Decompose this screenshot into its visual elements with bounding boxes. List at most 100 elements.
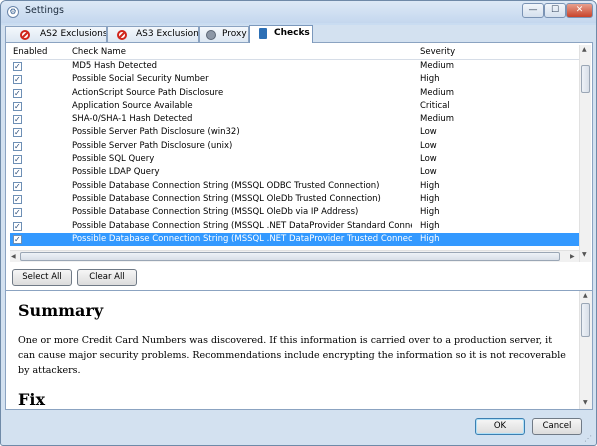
- severity-cell: Low: [420, 140, 437, 151]
- tab-checks[interactable]: Checks: [249, 25, 313, 43]
- description-pane: Summary One or more Credit Card Numbers …: [5, 290, 593, 410]
- description-content: Summary One or more Credit Card Numbers …: [18, 301, 566, 409]
- scroll-thumb[interactable]: [20, 252, 560, 261]
- severity-cell: Low: [420, 154, 437, 165]
- severity-cell: Medium: [420, 87, 454, 98]
- checks-icon: [259, 28, 267, 39]
- table-row[interactable]: Possible Database Connection String (MSS…: [10, 220, 580, 233]
- enabled-checkbox[interactable]: [13, 126, 22, 139]
- enabled-checkbox[interactable]: [13, 140, 22, 153]
- close-button[interactable]: ✕: [566, 3, 593, 18]
- maximize-button[interactable]: ☐: [544, 3, 566, 18]
- minimize-button[interactable]: —: [522, 3, 544, 18]
- enabled-checkbox[interactable]: [13, 113, 22, 126]
- enabled-checkbox[interactable]: [13, 100, 22, 113]
- checks-grid: Enabled Check Name Severity MD5 Hash Det…: [10, 45, 580, 265]
- check-name-cell: ActionScript Source Path Disclosure: [72, 87, 224, 98]
- ok-button[interactable]: OK: [475, 418, 525, 435]
- table-row[interactable]: ActionScript Source Path Disclosure Mediu…: [10, 87, 580, 100]
- table-row[interactable]: MD5 Hash Detected Medium: [10, 60, 580, 73]
- check-name-cell: Possible Social Security Number: [72, 74, 209, 85]
- tab-strip: AS2 Exclusions AS3 Exclusions Proxy Chec…: [5, 25, 593, 43]
- scroll-right-icon[interactable]: ▶: [570, 253, 575, 260]
- table-row[interactable]: Possible Server Path Disclosure (win32) L…: [10, 126, 580, 139]
- table-row[interactable]: Possible Database Connection String (MSS…: [10, 180, 580, 193]
- enabled-column-header[interactable]: Enabled: [13, 47, 47, 57]
- enabled-checkbox[interactable]: [13, 180, 22, 193]
- clear-all-button[interactable]: Clear All: [77, 269, 137, 286]
- scroll-left-icon[interactable]: ◀: [11, 253, 16, 260]
- tab-proxy[interactable]: Proxy: [199, 26, 249, 43]
- enabled-checkbox[interactable]: [13, 206, 22, 219]
- severity-column-header[interactable]: Severity: [420, 47, 455, 57]
- severity-cell: Low: [420, 127, 437, 138]
- severity-cell: High: [420, 180, 440, 191]
- check-name-cell: Possible Server Path Disclosure (unix): [72, 140, 233, 151]
- severity-cell: High: [420, 207, 440, 218]
- resize-grip-icon[interactable]: ⋰: [584, 434, 592, 443]
- tab-label: Checks: [274, 28, 310, 38]
- settings-app-icon: ⚙: [7, 6, 19, 18]
- title-bar[interactable]: ⚙ Settings — ☐ ✕: [1, 1, 596, 23]
- table-row[interactable]: Possible LDAP Query Low: [10, 166, 580, 179]
- tab-label: AS2 Exclusions: [40, 29, 107, 39]
- window-title: Settings: [25, 5, 64, 16]
- severity-cell: Low: [420, 167, 437, 178]
- table-row[interactable]: SHA-0/SHA-1 Hash Detected Medium: [10, 113, 580, 126]
- cancel-button[interactable]: Cancel: [532, 418, 582, 435]
- scroll-down-icon[interactable]: ▼: [583, 399, 588, 406]
- checks-panel: Enabled Check Name Severity MD5 Hash Det…: [5, 42, 593, 292]
- no-entry-icon: [117, 30, 127, 40]
- check-name-cell: MD5 Hash Detected: [72, 61, 158, 71]
- check-name-cell: Possible Server Path Disclosure (win32): [72, 127, 240, 138]
- check-name-cell: Possible LDAP Query: [72, 167, 160, 178]
- enabled-checkbox[interactable]: [13, 233, 22, 246]
- settings-window: ⚙ Settings — ☐ ✕ AS2 Exclusions AS3 Excl…: [0, 0, 597, 446]
- severity-cell: High: [420, 220, 440, 231]
- scroll-thumb[interactable]: [581, 65, 590, 93]
- summary-text: One or more Credit Card Numbers was disc…: [18, 335, 566, 376]
- fix-heading: Fix: [18, 390, 45, 409]
- summary-heading: Summary: [18, 301, 104, 320]
- severity-cell: High: [420, 233, 440, 244]
- enabled-checkbox[interactable]: [13, 60, 22, 73]
- severity-cell: High: [420, 193, 440, 204]
- grid-rows: MD5 Hash DetectedMediumPossible Social S…: [10, 60, 580, 247]
- severity-cell: Medium: [420, 61, 454, 71]
- table-row[interactable]: Possible Social Security Number High: [10, 73, 580, 86]
- check-name-cell: Application Source Available: [72, 100, 193, 111]
- enabled-checkbox[interactable]: [13, 153, 22, 166]
- scroll-thumb[interactable]: [581, 303, 590, 337]
- select-all-button[interactable]: Select All: [12, 269, 72, 286]
- no-entry-icon: [20, 30, 30, 40]
- enabled-checkbox[interactable]: [13, 193, 22, 206]
- tab-as2-exclusions[interactable]: AS2 Exclusions: [5, 26, 107, 43]
- severity-cell: Critical: [420, 100, 450, 111]
- description-scrollbar[interactable]: ▲ ▼: [579, 291, 592, 409]
- scroll-up-icon[interactable]: ▲: [583, 292, 588, 299]
- grid-header: Enabled Check Name Severity: [10, 45, 580, 60]
- table-row[interactable]: Possible Database Connection String (MSS…: [10, 206, 580, 219]
- grid-horizontal-scrollbar[interactable]: ◀ ▶: [10, 250, 579, 262]
- proxy-icon: [206, 30, 216, 40]
- table-row[interactable]: Possible SQL Query Low: [10, 153, 580, 166]
- check-name-cell: Possible Database Connection String (MSS…: [72, 207, 359, 218]
- check-name-cell: Possible Database Connection String (MSS…: [72, 233, 412, 244]
- severity-cell: High: [420, 74, 440, 85]
- table-row[interactable]: Possible Database Connection String (MSS…: [10, 232, 580, 247]
- table-row[interactable]: Application Source Available Critical: [10, 100, 580, 113]
- enabled-checkbox[interactable]: [13, 87, 22, 100]
- enabled-checkbox[interactable]: [13, 220, 22, 233]
- enabled-checkbox[interactable]: [13, 73, 22, 86]
- table-row[interactable]: Possible Database Connection String (MSS…: [10, 193, 580, 206]
- enabled-checkbox[interactable]: [13, 166, 22, 179]
- table-row[interactable]: Possible Server Path Disclosure (unix) Lo…: [10, 140, 580, 153]
- check-name-cell: Possible SQL Query: [72, 154, 155, 165]
- scroll-down-icon[interactable]: ▼: [582, 251, 587, 258]
- tab-label: Proxy: [222, 29, 247, 39]
- scroll-up-icon[interactable]: ▲: [582, 46, 587, 53]
- check-name-cell: Possible Database Connection String (MSS…: [72, 180, 380, 191]
- tab-as3-exclusions[interactable]: AS3 Exclusions: [107, 26, 199, 43]
- grid-vertical-scrollbar[interactable]: ▲ ▼: [579, 45, 591, 262]
- check-name-column-header[interactable]: Check Name: [72, 47, 126, 57]
